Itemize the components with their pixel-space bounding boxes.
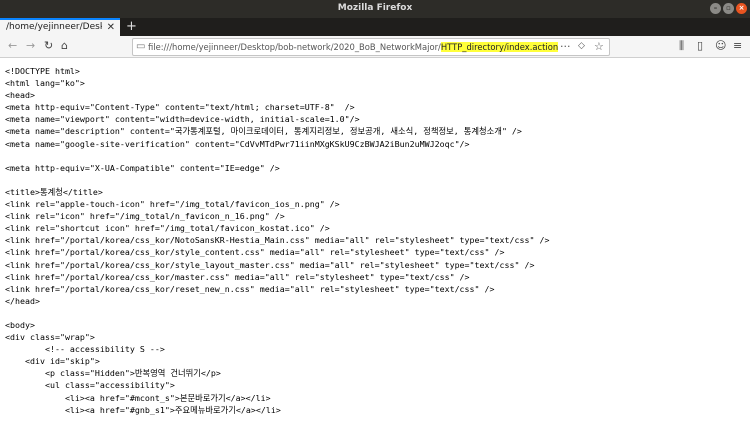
new-tab-button[interactable]: + bbox=[126, 19, 137, 34]
tab-active[interactable]: /home/yejinneer/Desktop/b ✕ bbox=[0, 18, 120, 36]
source-line: <div class="wrap"> bbox=[5, 332, 95, 343]
source-line: <!DOCTYPE html> bbox=[5, 66, 80, 76]
source-line: <div id="skip"> bbox=[5, 356, 100, 367]
source-line: <link href="/portal/korea/css_kor/style_… bbox=[5, 259, 535, 270]
source-line: <link href="/portal/korea/css_kor/NotoSa… bbox=[5, 235, 550, 246]
source-line: <li><a href="#gnb_s1">주요메뉴바로가기</a></li> bbox=[5, 404, 281, 415]
home-icon[interactable]: ⌂ bbox=[61, 39, 68, 53]
account-icon[interactable]: ☺ bbox=[715, 39, 726, 53]
tab-title: /home/yejinneer/Desktop/b bbox=[6, 22, 102, 32]
tab-strip: /home/yejinneer/Desktop/b ✕ + bbox=[0, 18, 750, 36]
forward-arrow-icon[interactable]: → bbox=[26, 39, 35, 53]
url-text[interactable]: file:///home/yejinneer/Desktop/bob-netwo… bbox=[148, 42, 559, 52]
source-line bbox=[5, 150, 750, 162]
source-line: <!-- accessibility S --> bbox=[5, 344, 165, 355]
page-actions-icon[interactable]: ··· bbox=[560, 40, 571, 53]
minimize-button[interactable]: – bbox=[710, 3, 721, 14]
window-titlebar: Mozilla Firefox – ▫ × bbox=[0, 0, 750, 18]
tab-close-icon[interactable]: ✕ bbox=[107, 20, 115, 35]
close-window-button[interactable]: × bbox=[736, 3, 747, 14]
hamburger-menu-icon[interactable]: ≡ bbox=[733, 39, 742, 53]
source-line: <meta http-equiv="Content-Type" content=… bbox=[5, 102, 355, 113]
maximize-button[interactable]: ▫ bbox=[723, 3, 734, 14]
source-line: <link href="/portal/korea/css_kor/style_… bbox=[5, 247, 505, 258]
source-line: <link href="/portal/korea/css_kor/master… bbox=[5, 271, 470, 282]
bookmark-star-icon[interactable]: ☆ bbox=[594, 40, 604, 53]
source-line: <link rel="shortcut icon" href="/img_tot… bbox=[5, 223, 330, 234]
source-line: <head> bbox=[5, 90, 35, 101]
source-line: <body> bbox=[5, 319, 35, 330]
source-line: <link href="/portal/korea/css_kor/reset_… bbox=[5, 283, 495, 294]
source-line: </head> bbox=[5, 295, 40, 306]
source-line: <meta http-equiv="X-UA-Compatible" conte… bbox=[5, 162, 280, 173]
source-line: <title>통계청</title> bbox=[5, 186, 103, 197]
file-page-icon: ▭ bbox=[136, 41, 146, 52]
sidebar-icon[interactable]: ▯ bbox=[697, 39, 703, 53]
back-arrow-icon[interactable]: ← bbox=[8, 39, 17, 53]
url-prefix: file:///home/yejinneer/Desktop/bob-netwo… bbox=[148, 42, 441, 52]
window-title: Mozilla Firefox bbox=[337, 3, 413, 13]
source-line: <p class="Hidden">반복영역 건너뛰기</p> bbox=[5, 368, 221, 379]
reload-icon[interactable]: ↻ bbox=[44, 39, 53, 53]
url-highlighted-part: HTTP_directory/index.action bbox=[440, 42, 559, 52]
url-bar[interactable]: ▭ file:///home/yejinneer/Desktop/bob-net… bbox=[132, 38, 610, 56]
source-line: <meta name="google-site-verification" co… bbox=[5, 138, 470, 149]
source-line: <ul class="accessibility"> bbox=[5, 380, 175, 391]
source-line: <link rel="apple-touch-icon" href="/img_… bbox=[5, 199, 340, 210]
source-line: <li><a href="#mcont_s">본문바로가기</a></li> bbox=[5, 392, 271, 403]
source-text: <!DOCTYPE html> <html lang="ko"> <head> <me… bbox=[0, 59, 750, 416]
library-icon[interactable]: ⫼ bbox=[679, 39, 684, 53]
page-content: <!DOCTYPE html> <html lang="ko"> <head> <me… bbox=[0, 59, 750, 443]
source-line bbox=[5, 307, 750, 319]
source-line: <link rel="icon" href="/img_total/n_favi… bbox=[5, 211, 285, 222]
pocket-icon[interactable]: ◇ bbox=[578, 41, 585, 51]
source-line: <html lang="ko"> bbox=[5, 78, 85, 89]
source-line bbox=[5, 174, 750, 186]
navigation-toolbar: ← → ↻ ⌂ ▭ file:///home/yejinneer/Desktop… bbox=[0, 36, 750, 58]
source-line: <meta name="viewport" content="width=dev… bbox=[5, 114, 360, 125]
source-line: <meta name="description" content="국가통계포털… bbox=[5, 126, 522, 137]
